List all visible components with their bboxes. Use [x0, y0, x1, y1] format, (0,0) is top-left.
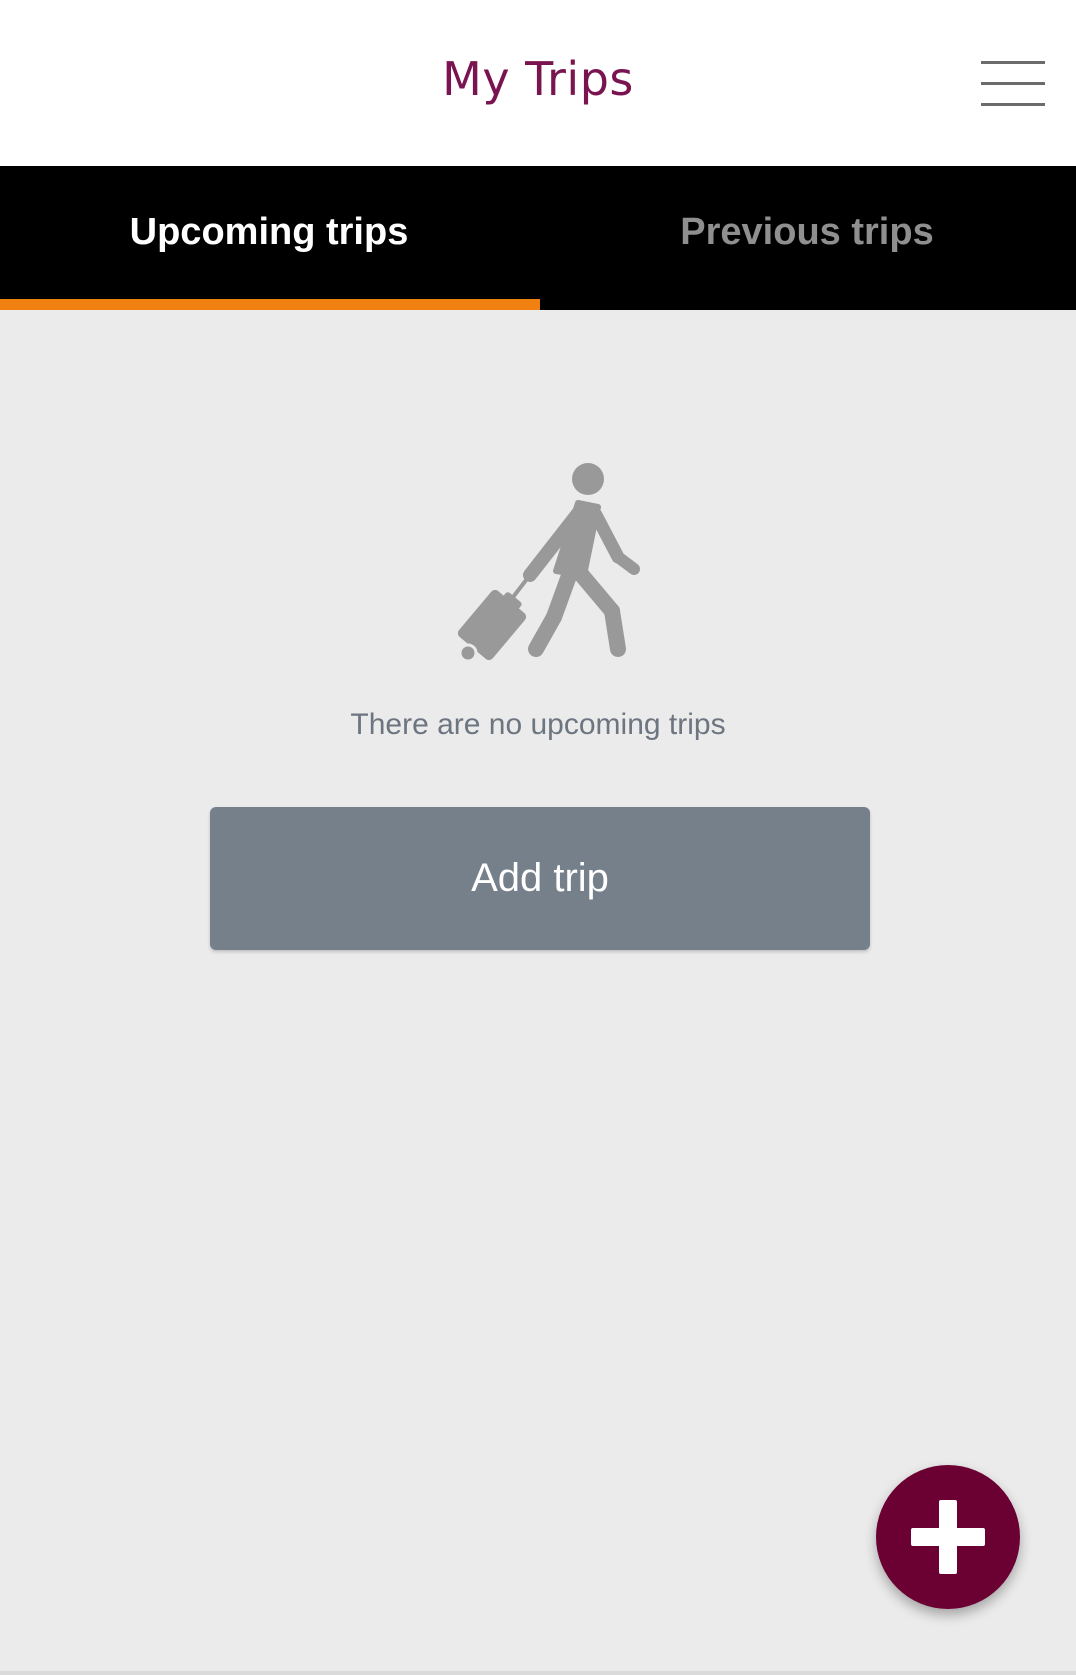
tab-label: Previous trips — [680, 210, 934, 253]
hamburger-menu-icon[interactable] — [975, 55, 1047, 111]
my-trips-screen: My Trips Upcoming trips Previous trips T… — [0, 0, 1076, 1675]
empty-state-message: There are no upcoming trips — [350, 708, 726, 741]
trip-tabs: Upcoming trips Previous trips — [0, 166, 1076, 310]
add-trip-button[interactable]: Add trip — [210, 807, 870, 950]
traveler-with-luggage-icon — [430, 455, 650, 675]
page-title: My Trips — [442, 52, 634, 106]
add-trip-button-label: Add trip — [471, 856, 609, 900]
add-trip-fab[interactable] — [876, 1465, 1020, 1609]
tab-previous-trips[interactable]: Previous trips — [538, 166, 1076, 310]
app-header: My Trips — [0, 0, 1076, 166]
active-tab-indicator — [0, 299, 540, 310]
bottom-divider — [0, 1671, 1076, 1675]
tab-label: Upcoming trips — [129, 210, 409, 253]
tab-upcoming-trips[interactable]: Upcoming trips — [0, 166, 540, 310]
